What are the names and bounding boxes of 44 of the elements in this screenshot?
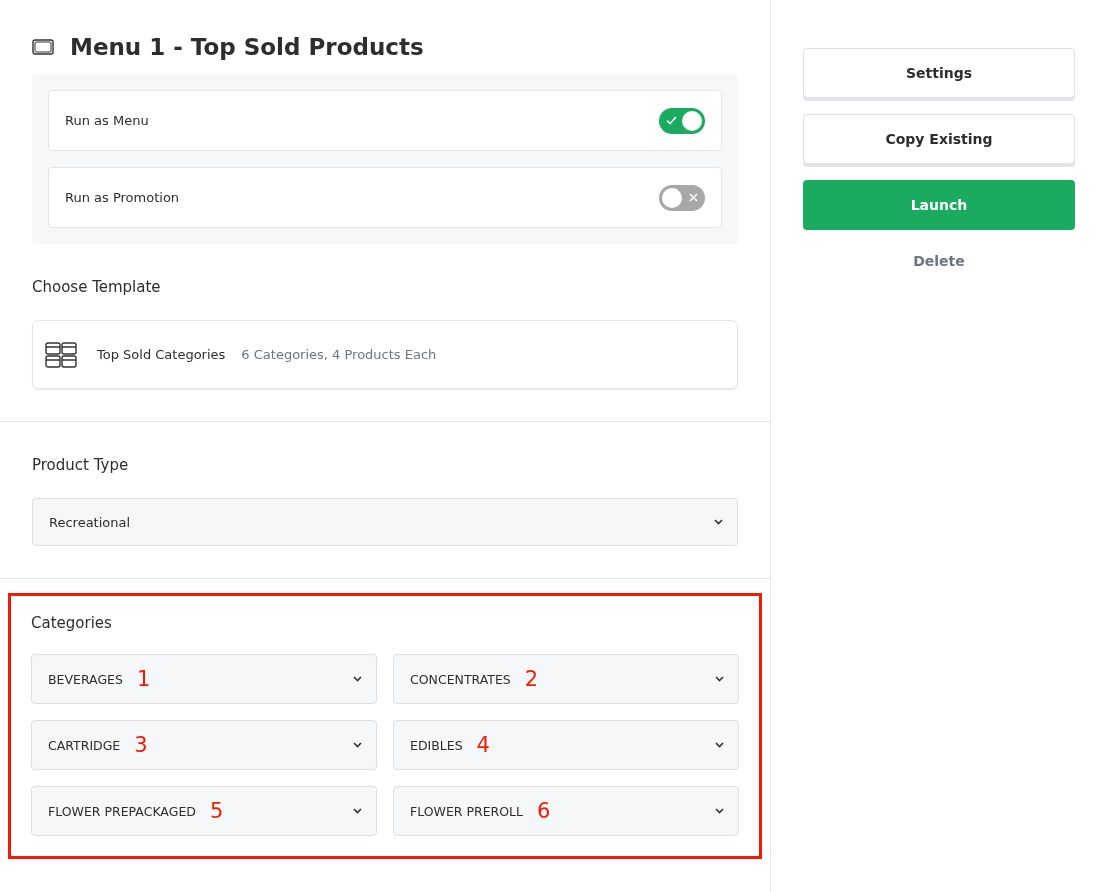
- close-icon: [688, 193, 698, 202]
- category-select[interactable]: FLOWER PREROLL 6: [393, 786, 739, 836]
- annotation-number: 5: [209, 799, 224, 823]
- annotation-number: 4: [476, 733, 490, 757]
- option-label: Run as Promotion: [65, 190, 180, 205]
- category-value: FLOWER PREROLL: [410, 803, 524, 819]
- chevron-down-icon: [353, 676, 362, 682]
- category-value: CARTRIDGE: [48, 737, 121, 753]
- screen-icon: [32, 39, 54, 55]
- category-value: FLOWER PREPACKAGED: [48, 803, 196, 819]
- category-value: CONCENTRATES: [410, 671, 511, 687]
- chevron-down-icon: [715, 808, 724, 814]
- annotation-number: 6: [537, 799, 551, 823]
- page-title: Menu 1 - Top Sold Products: [70, 34, 424, 60]
- category-value: BEVERAGES: [48, 671, 123, 687]
- grid-layout-icon: [45, 341, 77, 368]
- chevron-down-icon: [715, 676, 724, 682]
- chevron-down-icon: [353, 808, 362, 814]
- category-select[interactable]: EDIBLES 4: [393, 720, 739, 770]
- section-heading: Categories: [31, 614, 113, 632]
- annotation-number: 3: [134, 733, 148, 757]
- category-select[interactable]: FLOWER PREPACKAGED 5: [31, 786, 377, 836]
- chevron-down-icon: [353, 742, 362, 748]
- category-select[interactable]: BEVERAGES 1: [31, 654, 377, 704]
- category-select[interactable]: CARTRIDGE 3: [31, 720, 377, 770]
- check-icon: [665, 116, 677, 125]
- template-description: 6 Categories, 4 Products Each: [241, 347, 437, 362]
- product-type-select[interactable]: Recreational: [32, 498, 738, 546]
- category-select[interactable]: CONCENTRATES 2: [393, 654, 739, 704]
- annotation-number: 1: [136, 667, 151, 691]
- template-name: Top Sold Categories: [97, 347, 226, 362]
- section-heading: Product Type: [32, 456, 130, 474]
- chevron-down-icon: [715, 742, 724, 748]
- toggle-switch[interactable]: [659, 184, 705, 211]
- chevron-down-icon: [714, 519, 723, 525]
- action-button[interactable]: Settings: [803, 48, 1075, 98]
- option-label: Run as Menu: [65, 113, 149, 128]
- action-button[interactable]: Copy Existing: [803, 114, 1075, 164]
- delete-link[interactable]: Delete: [803, 246, 1075, 276]
- annotation-number: 2: [524, 667, 539, 691]
- category-value: EDIBLES: [410, 737, 463, 753]
- toggle-switch[interactable]: [659, 107, 705, 134]
- template-card[interactable]: Top Sold Categories 6 Categories, 4 Products Each: [32, 320, 738, 389]
- section-heading: Choose Template: [32, 278, 162, 296]
